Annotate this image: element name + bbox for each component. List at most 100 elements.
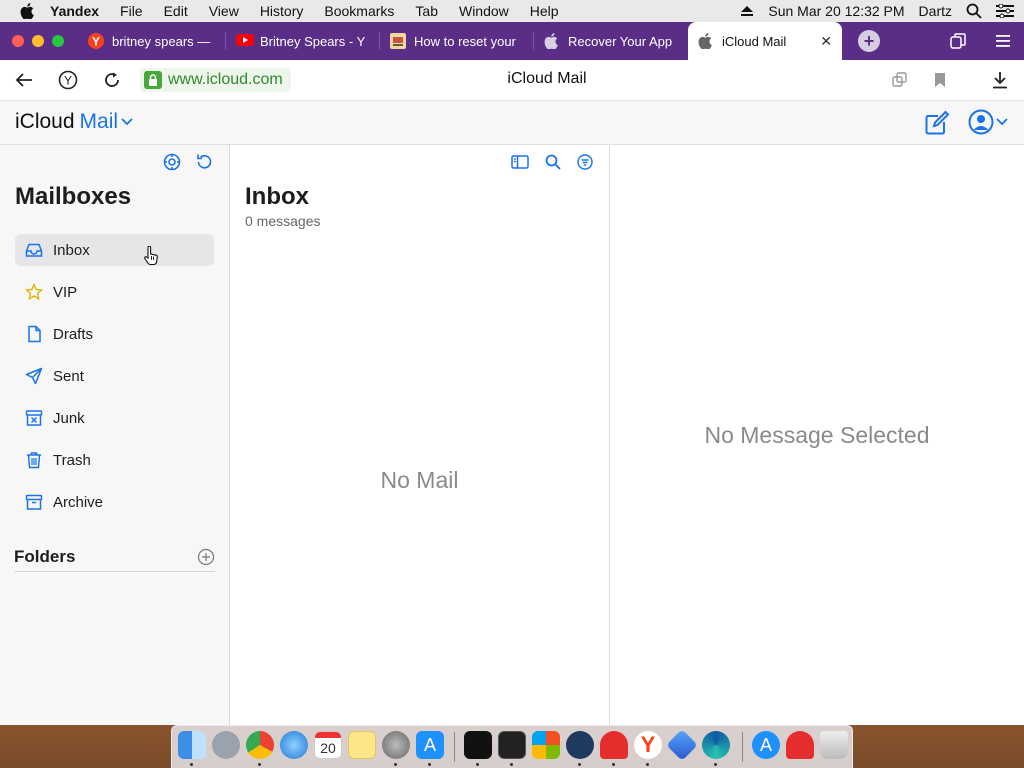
edge-icon[interactable] [702, 731, 730, 759]
tab-strip: Y britney spears — Britney Spears - Y Ho… [0, 22, 1024, 60]
mailbox-sent[interactable]: Sent [15, 360, 214, 392]
running-indicator [476, 763, 479, 766]
chrome-icon[interactable] [246, 731, 274, 759]
mailbox-list: Inbox VIP Drafts Sent Junk Trash Archive [15, 234, 214, 528]
app-store-downloads-icon[interactable]: A [752, 731, 780, 759]
magnet-icon-2[interactable] [786, 731, 814, 759]
no-selection-text: No Message Selected [704, 422, 930, 448]
compose-icon[interactable] [924, 110, 950, 136]
menu-view[interactable]: View [209, 3, 239, 19]
address-bar: Y www.icloud.com iCloud Mail [0, 60, 1024, 101]
mailbox-archive[interactable]: Archive [15, 486, 214, 518]
system-preferences-icon[interactable] [382, 731, 410, 759]
mailbox-drafts[interactable]: Drafts [15, 318, 214, 350]
vscode-icon[interactable] [666, 729, 698, 761]
chevron-down-icon [121, 118, 133, 126]
menu-window[interactable]: Window [459, 3, 509, 19]
tab-title: How to reset your [414, 33, 516, 49]
pointer-hand-icon [143, 246, 159, 266]
tabs-overview-icon[interactable] [950, 33, 966, 49]
tab-youtube[interactable]: Britney Spears - Y [226, 22, 380, 60]
close-tab-icon[interactable]: ✕ [820, 33, 832, 50]
menu-edit[interactable]: Edit [164, 3, 188, 19]
microsoft-icon[interactable] [532, 731, 560, 759]
page-title: iCloud Mail [507, 70, 587, 87]
notes-icon[interactable] [348, 731, 376, 759]
account-menu[interactable] [968, 109, 1008, 135]
inbox-icon [25, 241, 43, 259]
dock: 20 A Y A [171, 725, 853, 768]
menu-tab[interactable]: Tab [415, 3, 438, 19]
eject-icon[interactable] [740, 5, 754, 17]
tab-reset-article[interactable]: How to reset your [380, 22, 534, 60]
menu-file[interactable]: File [120, 3, 143, 19]
safari-icon[interactable] [280, 731, 308, 759]
launchpad-icon[interactable] [212, 731, 240, 759]
mailbox-vip[interactable]: VIP [15, 276, 214, 308]
mailboxes-sidebar: Mailboxes Inbox VIP Drafts Sent Junk Tra… [0, 145, 230, 725]
mailbox-trash[interactable]: Trash [15, 444, 214, 476]
search-icon[interactable] [545, 154, 561, 170]
tab-britney-search[interactable]: Y britney spears — [78, 22, 226, 60]
settings-gear-icon[interactable] [163, 153, 181, 171]
mailbox-label: Junk [53, 409, 85, 427]
protect-icon[interactable] [888, 68, 912, 92]
apple-icon [698, 33, 714, 49]
mailbox-label: Trash [53, 451, 91, 469]
new-tab-button[interactable]: + [858, 30, 880, 52]
tab-icloud-mail[interactable]: iCloud Mail ✕ [688, 22, 842, 60]
zoom-window-button[interactable] [52, 35, 64, 47]
activity-monitor-icon[interactable] [464, 731, 492, 759]
message-count: 0 messages [245, 213, 321, 229]
calendar-icon[interactable]: 20 [314, 731, 342, 759]
reading-pane: No Message Selected [610, 145, 1024, 725]
menubar-clock[interactable]: Sun Mar 20 12:32 PM [768, 3, 904, 19]
menu-help[interactable]: Help [530, 3, 559, 19]
bookmark-icon[interactable] [928, 68, 952, 92]
running-indicator [646, 763, 649, 766]
junk-icon [25, 409, 43, 427]
running-indicator [612, 763, 615, 766]
mailboxes-heading: Mailboxes [15, 183, 132, 210]
yandex-browser-icon[interactable]: Y [634, 731, 662, 759]
star-icon [25, 283, 43, 301]
app-store-icon[interactable]: A [416, 731, 444, 759]
sidebar-toggle-icon[interactable] [511, 154, 529, 170]
minimize-window-button[interactable] [32, 35, 44, 47]
yandex-icon: Y [88, 33, 104, 49]
control-center-icon[interactable] [996, 4, 1014, 18]
menu-bookmarks[interactable]: Bookmarks [324, 3, 394, 19]
browser-menu-icon[interactable] [996, 35, 1010, 47]
mailbox-label: Sent [53, 367, 84, 385]
vpn-icon[interactable] [566, 731, 594, 759]
filter-icon[interactable] [577, 154, 593, 170]
menubar-user[interactable]: Dartz [919, 3, 952, 19]
menu-app-name[interactable]: Yandex [50, 3, 99, 19]
menu-bar: Yandex File Edit View History Bookmarks … [0, 0, 1024, 22]
trash-icon[interactable] [820, 731, 848, 759]
trash-icon [25, 451, 43, 469]
apple-menu-icon[interactable] [16, 3, 38, 19]
terminal-icon[interactable] [498, 731, 526, 759]
youtube-icon [236, 33, 254, 49]
mailbox-junk[interactable]: Junk [15, 402, 214, 434]
refresh-icon[interactable] [195, 153, 213, 171]
downloads-icon[interactable] [988, 68, 1012, 92]
add-folder-icon[interactable] [197, 548, 215, 566]
running-indicator [714, 763, 717, 766]
mailbox-inbox[interactable]: Inbox [15, 234, 214, 266]
spotlight-search-icon[interactable] [966, 3, 982, 19]
menu-history[interactable]: History [260, 3, 304, 19]
tab-title: Recover Your App [568, 33, 673, 49]
tab-recover-apple[interactable]: Recover Your App [534, 22, 688, 60]
app-switcher[interactable]: iCloud Mail [15, 110, 133, 134]
svg-text:Y: Y [92, 35, 100, 49]
mailbox-label: VIP [53, 283, 78, 301]
finder-icon[interactable] [178, 731, 206, 759]
running-indicator [510, 763, 513, 766]
mailbox-label: Drafts [53, 325, 94, 343]
window-controls [12, 35, 64, 47]
close-window-button[interactable] [12, 35, 24, 47]
magnet-icon[interactable] [600, 731, 628, 759]
inbox-heading: Inbox [245, 183, 309, 210]
